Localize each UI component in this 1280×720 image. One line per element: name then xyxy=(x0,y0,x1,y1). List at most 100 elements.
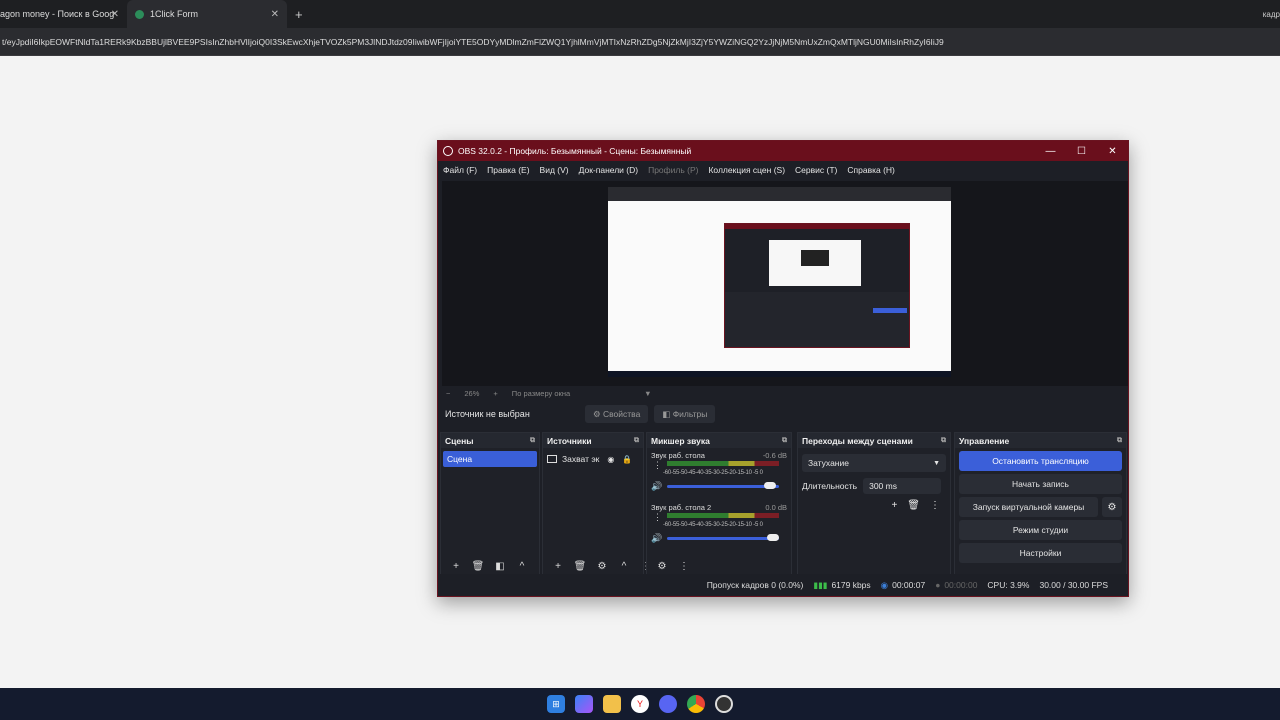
add-icon[interactable]: + xyxy=(445,561,467,572)
mixer-dock: Микшер звука ⧉ Звук раб. стола -0.6 dB ⋮ -… xyxy=(646,432,792,575)
yandex-icon[interactable]: Y xyxy=(631,695,649,713)
zoom-fit-select[interactable]: По размеру окна xyxy=(512,389,570,398)
add-icon[interactable]: + xyxy=(547,561,569,572)
volume-knob[interactable] xyxy=(767,534,779,541)
obs-window: OBS 32.0.2 - Профиль: Безымянный - Сцены… xyxy=(437,140,1129,597)
scene-item[interactable]: Сцена xyxy=(443,451,537,467)
zoom-out-button[interactable]: − xyxy=(446,389,450,398)
menubar: Файл (F) Правка (E) Вид (V) Док-панели (… xyxy=(438,161,1128,179)
close-icon[interactable]: ✕ xyxy=(271,9,279,20)
undock-icon[interactable]: ⧉ xyxy=(1117,437,1122,445)
channel-name: Звук раб. стола xyxy=(651,451,705,460)
source-item[interactable]: Захват эк ◉ 🔒 xyxy=(547,451,639,467)
source-toolbar: Источник не выбран ⚙ Свойства ◧ Фильтры xyxy=(442,403,1128,425)
link-icon[interactable]: ⚙ xyxy=(651,561,673,572)
menu-docks[interactable]: Док-панели (D) xyxy=(579,165,638,175)
filter-icon: ◧ xyxy=(662,408,673,419)
transitions-dock: Переходы между сценами ⧉ Затухание ▼ Длите… xyxy=(797,432,951,575)
record-time: 00:00:00 xyxy=(944,580,978,590)
obs-titlebar[interactable]: OBS 32.0.2 - Профиль: Безымянный - Сцены… xyxy=(438,141,1128,161)
start-record-button[interactable]: Начать запись xyxy=(959,474,1122,494)
volume-slider[interactable] xyxy=(667,537,779,540)
dock-title: Источники xyxy=(547,435,592,446)
speaker-icon[interactable]: 🔊 xyxy=(651,481,662,492)
copilot-icon[interactable] xyxy=(575,695,593,713)
minimize-icon[interactable]: — xyxy=(1035,146,1066,157)
maximize-icon[interactable]: ☐ xyxy=(1066,146,1097,157)
speaker-icon[interactable]: 🔊 xyxy=(651,533,662,544)
kebab-icon[interactable]: ⋮ xyxy=(930,500,940,511)
preview-canvas[interactable] xyxy=(442,181,1128,386)
no-source-label: Источник не выбран xyxy=(445,409,530,419)
chevron-up-icon[interactable]: ^ xyxy=(613,561,635,572)
transition-select[interactable]: Затухание ▼ xyxy=(802,454,946,472)
tab-1click-form[interactable]: 1Click Form ✕ xyxy=(127,0,287,28)
menu-view[interactable]: Вид (V) xyxy=(540,165,569,175)
menu-edit[interactable]: Правка (E) xyxy=(487,165,529,175)
signal-icon: ▮▮▮ xyxy=(813,579,828,590)
close-icon[interactable]: ✕ xyxy=(111,9,119,20)
trash-icon[interactable]: 🗑 xyxy=(467,561,489,572)
dropped-frames: Пропуск кадров 0 (0.0%) xyxy=(706,580,804,590)
kebab-icon[interactable]: ⋮ xyxy=(653,512,662,523)
favicon-icon xyxy=(135,9,144,19)
obs-logo-icon xyxy=(443,146,453,156)
zoom-in-button[interactable]: + xyxy=(493,389,497,398)
gear-icon[interactable]: ⚙ xyxy=(591,561,613,572)
channel-name: Звук раб. стола 2 xyxy=(651,503,712,512)
tab-search[interactable]: agon money - Поиск в Goog ✕ xyxy=(0,0,127,28)
trash-icon[interactable]: 🗑 xyxy=(907,500,920,511)
undock-icon[interactable]: ⧉ xyxy=(941,437,946,445)
zoom-bar: − 26% + По размеру окна ▼ xyxy=(446,387,666,399)
chevron-down-icon[interactable]: ▼ xyxy=(644,389,651,398)
properties-button[interactable]: ⚙ Свойства xyxy=(585,405,649,423)
kebab-icon[interactable]: ⋮ xyxy=(673,561,695,572)
settings-button[interactable]: Настройки xyxy=(959,543,1122,563)
obs-icon[interactable] xyxy=(715,695,733,713)
monitor-icon xyxy=(547,455,557,463)
chrome-icon[interactable] xyxy=(687,695,705,713)
filter-icon[interactable]: ◧ xyxy=(489,561,511,572)
close-icon[interactable]: ✕ xyxy=(1097,146,1128,157)
bitrate: 6179 kbps xyxy=(831,580,871,590)
undock-icon[interactable]: ⧉ xyxy=(530,437,535,445)
virtual-camera-button[interactable]: Запуск виртуальной камеры xyxy=(959,497,1098,517)
stream-time: 00:00:07 xyxy=(892,580,926,590)
menu-file[interactable]: Файл (F) xyxy=(443,165,477,175)
undock-icon[interactable]: ⧉ xyxy=(634,437,639,445)
add-icon[interactable]: + xyxy=(891,500,897,511)
volume-slider[interactable] xyxy=(667,485,779,488)
trash-icon[interactable]: 🗑 xyxy=(569,561,591,572)
volume-knob[interactable] xyxy=(763,482,776,489)
tab-title: 1Click Form xyxy=(150,9,199,19)
chevron-up-icon[interactable]: ^ xyxy=(511,561,533,572)
browser-tabbar: agon money - Поиск в Goog ✕ 1Click Form … xyxy=(0,0,1280,28)
mixer-channel: Звук раб. стола -0.6 dB ⋮ -60-55-50-45-40… xyxy=(647,448,791,500)
menu-profile[interactable]: Профиль (P) xyxy=(648,165,698,175)
scenes-dock: Сцены⧉ Сцена + 🗑 ◧ ^ ⋮ xyxy=(440,432,549,575)
discord-icon[interactable] xyxy=(659,695,677,713)
duration-input[interactable]: 300 ms xyxy=(863,478,942,494)
dock-title: Управление xyxy=(959,435,1010,446)
undock-icon[interactable]: ⧉ xyxy=(782,437,787,445)
new-tab-button[interactable]: + xyxy=(295,7,303,22)
dock-title: Микшер звука xyxy=(651,435,710,446)
gear-icon[interactable]: ⚙ xyxy=(1102,497,1122,517)
windows-start-icon[interactable]: ⊞ xyxy=(547,695,565,713)
address-bar[interactable]: t/eyJpdiI6IkpEOWFtNldTa1RERk9KbzBBUjlBVE… xyxy=(0,28,1280,56)
menu-help[interactable]: Справка (H) xyxy=(847,165,895,175)
stop-stream-button[interactable]: Остановить трансляцию xyxy=(959,451,1122,471)
level-meter xyxy=(667,513,779,518)
lock-icon[interactable]: 🔒 xyxy=(622,455,632,464)
eye-icon[interactable]: ◉ xyxy=(607,455,614,464)
tab-title: agon money - Поиск в Goog xyxy=(0,9,115,19)
source-label: Захват эк xyxy=(562,454,600,464)
duration-row: Длительность 300 ms xyxy=(802,478,946,494)
preview-image xyxy=(608,187,951,371)
menu-scene-collection[interactable]: Коллекция сцен (S) xyxy=(708,165,785,175)
studio-mode-button[interactable]: Режим студии xyxy=(959,520,1122,540)
filters-button[interactable]: ◧ Фильтры xyxy=(654,405,716,423)
kebab-icon[interactable]: ⋮ xyxy=(653,460,662,471)
explorer-icon[interactable] xyxy=(603,695,621,713)
menu-tools[interactable]: Сервис (T) xyxy=(795,165,837,175)
